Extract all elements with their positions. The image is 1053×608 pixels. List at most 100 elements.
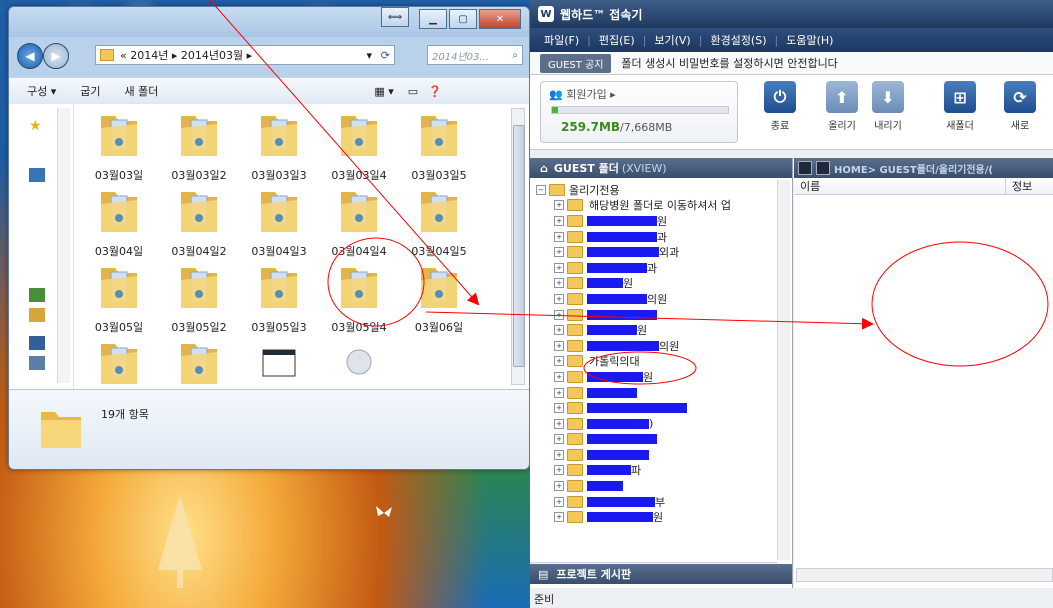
- column-name[interactable]: 이름: [794, 178, 1006, 194]
- file-scrollbar[interactable]: [511, 108, 525, 385]
- breadcrumb-2014[interactable]: 2014년: [130, 47, 168, 63]
- tree-item[interactable]: + 가톨릭의대: [536, 354, 776, 370]
- join-link[interactable]: 👥 회원가입 ▸: [549, 86, 616, 102]
- tree-item[interactable]: + 외과: [536, 244, 776, 260]
- menu-view[interactable]: 보기(V): [654, 32, 690, 48]
- desktop-icon[interactable]: [29, 168, 45, 182]
- close-button[interactable]: ✕: [479, 9, 521, 29]
- aero-snap-button[interactable]: ⟺: [381, 7, 409, 27]
- scroll-thumb[interactable]: [513, 125, 525, 367]
- search-icon[interactable]: ⌕: [512, 50, 518, 61]
- tree-item[interactable]: + 원: [536, 276, 776, 292]
- computer-icon[interactable]: [29, 336, 45, 350]
- tree-item[interactable]: +: [536, 447, 776, 463]
- expand-icon[interactable]: +: [554, 356, 564, 367]
- refresh-button[interactable]: ⟳ 새로: [1000, 81, 1040, 132]
- expand-icon[interactable]: +: [554, 512, 564, 523]
- organize-button[interactable]: 구성 ▾: [27, 83, 56, 99]
- file-item[interactable]: 03월04일5: [399, 186, 479, 259]
- expand-icon[interactable]: +: [554, 371, 564, 382]
- tree-item[interactable]: +: [536, 307, 776, 323]
- column-info[interactable]: 정보: [1006, 178, 1032, 194]
- menu-help[interactable]: 도움말(H): [786, 32, 833, 48]
- expand-icon[interactable]: +: [554, 325, 564, 336]
- new-folder-button[interactable]: 새 폴더: [125, 83, 159, 99]
- file-item[interactable]: 03월03일: [79, 110, 159, 183]
- collapse-icon[interactable]: −: [536, 184, 546, 195]
- expand-icon[interactable]: +: [554, 481, 564, 492]
- notice-tag[interactable]: GUEST 공지: [540, 53, 612, 73]
- library-icon[interactable]: [29, 308, 45, 322]
- expand-icon[interactable]: +: [554, 465, 564, 476]
- menu-settings[interactable]: 환경설정(S): [710, 32, 766, 48]
- file-item[interactable]: 03월03일3: [239, 110, 319, 183]
- refresh-icon[interactable]: [816, 161, 830, 175]
- breadcrumb-back[interactable]: «: [120, 49, 127, 62]
- expand-icon[interactable]: +: [554, 262, 564, 273]
- maximize-button[interactable]: ▢: [449, 9, 477, 29]
- file-item[interactable]: 03월03일5: [399, 110, 479, 183]
- expand-icon[interactable]: +: [554, 496, 564, 507]
- breadcrumb-2014-03[interactable]: 2014년03월: [181, 47, 243, 63]
- tree-item[interactable]: + 해당병원 폴더로 이동하셔서 업: [536, 198, 776, 214]
- minimize-button[interactable]: ▁: [419, 9, 447, 29]
- refresh-icon[interactable]: ⟳: [381, 49, 390, 62]
- tree-item[interactable]: +: [536, 432, 776, 448]
- file-item[interactable]: 03월05일3: [239, 262, 319, 335]
- drive-icon[interactable]: [29, 356, 45, 370]
- expand-icon[interactable]: +: [554, 434, 564, 445]
- help-icon[interactable]: ❓: [428, 85, 442, 98]
- expand-icon[interactable]: +: [554, 200, 564, 211]
- file-list-scrollbar[interactable]: [796, 568, 1053, 582]
- expand-icon[interactable]: +: [554, 231, 564, 242]
- view-options-icon[interactable]: ▦ ▾: [374, 85, 393, 98]
- menu-edit[interactable]: 편집(E): [599, 32, 635, 48]
- preview-pane-icon[interactable]: ▭: [408, 85, 418, 98]
- chevron-down-icon[interactable]: ▾: [366, 49, 372, 62]
- back-icon[interactable]: [798, 161, 812, 175]
- expand-icon[interactable]: +: [554, 278, 564, 289]
- nav-scrollbar[interactable]: [57, 108, 70, 383]
- file-item[interactable]: 03월04일3: [239, 186, 319, 259]
- file-item[interactable]: 03월05일2: [159, 262, 239, 335]
- project-board-header[interactable]: ▤ 프로젝트 게시판: [530, 564, 792, 584]
- favorites-star-icon[interactable]: ★: [29, 118, 45, 134]
- exit-button[interactable]: ⏻ 종료: [760, 81, 800, 132]
- notice-text[interactable]: 폴더 생성시 비밀번호를 설정하시면 안전합니다: [621, 55, 837, 71]
- expand-icon[interactable]: +: [554, 403, 564, 414]
- tree-item[interactable]: + 의원: [536, 291, 776, 307]
- file-item[interactable]: 03월04일: [79, 186, 159, 259]
- expand-icon[interactable]: +: [554, 449, 564, 460]
- expand-icon[interactable]: +: [554, 418, 564, 429]
- webhard-titlebar[interactable]: W 웹하드™ 접속기: [530, 0, 1053, 28]
- tree-item[interactable]: + 과: [536, 260, 776, 276]
- file-item[interactable]: 03월05일: [79, 262, 159, 335]
- network-icon[interactable]: [29, 288, 45, 302]
- expand-icon[interactable]: +: [554, 247, 564, 258]
- back-button[interactable]: ◀: [17, 43, 43, 69]
- tree-item[interactable]: + 원: [536, 369, 776, 385]
- tree-item[interactable]: + 원: [536, 322, 776, 338]
- tree-item[interactable]: +: [536, 478, 776, 494]
- tree-item[interactable]: + 원: [536, 213, 776, 229]
- file-item[interactable]: 03월03일2: [159, 110, 239, 183]
- expand-icon[interactable]: +: [554, 340, 564, 351]
- new-folder-button[interactable]: ⊞ 새폴더: [940, 81, 980, 132]
- file-item[interactable]: 03월04일2: [159, 186, 239, 259]
- download-button[interactable]: ⬇ 내리기: [868, 81, 908, 132]
- upload-button[interactable]: ⬆ 올리기: [822, 81, 862, 132]
- expand-icon[interactable]: +: [554, 309, 564, 320]
- tree-item[interactable]: + 원: [536, 509, 776, 525]
- tree-item[interactable]: + 부: [536, 494, 776, 510]
- file-item[interactable]: 03월06일: [399, 262, 479, 335]
- tree-item[interactable]: + 의원: [536, 338, 776, 354]
- search-input[interactable]: 2014년03... ⌕: [427, 45, 523, 65]
- file-item[interactable]: 03월03일4: [319, 110, 399, 183]
- tree-root[interactable]: − 올리기전용: [536, 182, 776, 198]
- menu-file[interactable]: 파일(F): [544, 32, 579, 48]
- explorer-titlebar[interactable]: ⟺ ▁ ▢ ✕: [9, 7, 529, 37]
- address-bar[interactable]: « 2014년 ▸ 2014년03월 ▸ ▾ ⟳: [95, 45, 395, 65]
- expand-icon[interactable]: +: [554, 293, 564, 304]
- tree-item[interactable]: + 파: [536, 463, 776, 479]
- tree-item[interactable]: +): [536, 416, 776, 432]
